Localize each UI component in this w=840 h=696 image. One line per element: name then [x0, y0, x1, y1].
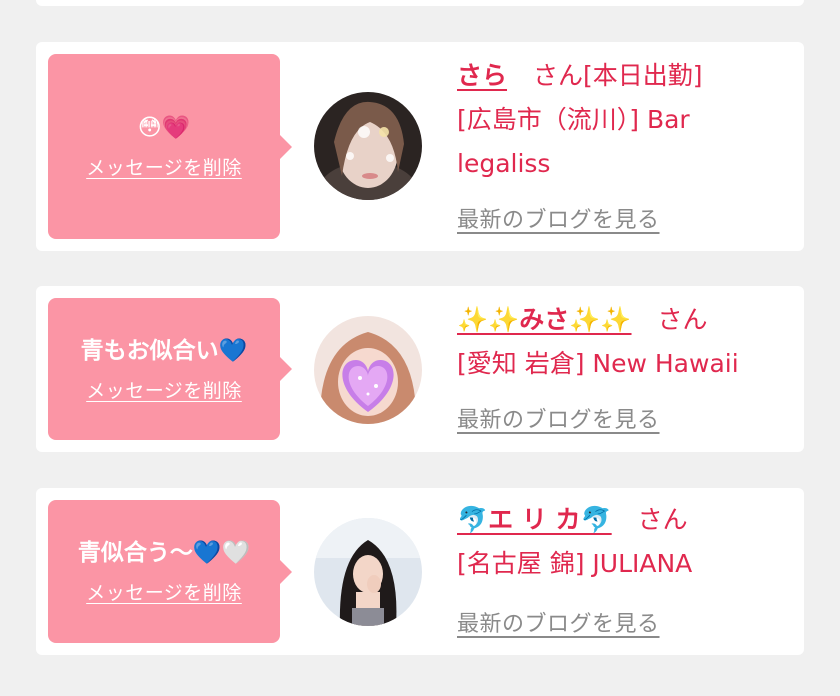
message-bubble: 青もお似合い💙 メッセージを削除 [48, 298, 292, 440]
avatar[interactable] [314, 92, 422, 200]
status-text: [本日出勤] [583, 61, 703, 90]
delete-message-link[interactable]: メッセージを削除 [86, 578, 242, 605]
profile-info: ✨✨みさ✨✨ さん [愛知 岩倉] New Hawaii [457, 298, 787, 386]
name-link[interactable]: さら [457, 61, 507, 90]
honorific: さん [533, 61, 584, 90]
honorific: さん [637, 505, 688, 534]
latest-blog-link[interactable]: 最新のブログを見る [457, 202, 660, 234]
profile-info: さら さん[本日出勤] [広島市（流川）] Bar legaliss [457, 54, 787, 186]
info-line-1: ✨✨みさ✨✨ さん [457, 298, 787, 342]
previous-card [36, 0, 804, 6]
avatar[interactable] [314, 518, 422, 626]
avatar[interactable] [314, 316, 422, 424]
shop-location: [愛知 岩倉] New Hawaii [457, 349, 739, 378]
message-card: 😳💗 メッセージを削除 さら さん[本日出勤] [広島市（流川）] Bar leg… [36, 42, 804, 251]
message-text: 青もお似合い💙 [80, 337, 248, 364]
message-card: 青もお似合い💙 メッセージを削除 ✨✨みさ✨✨ さん [愛知 岩倉] New Ha… [36, 286, 804, 452]
shop-name: legaliss [457, 149, 551, 178]
honorific: さん [657, 305, 708, 334]
latest-blog-link[interactable]: 最新のブログを見る [457, 402, 660, 434]
shop-location: [名古屋 錦] JULIANA [457, 549, 693, 578]
profile-info: 🐬エ リ カ🐬 さん [名古屋 錦] JULIANA [457, 498, 787, 586]
info-line-1: さら さん[本日出勤] [457, 54, 787, 98]
message-card: 青似合う〜💙🤍 メッセージを削除 🐬エ リ カ🐬 さん [名古屋 錦] JULIA… [36, 488, 804, 655]
shop-location: [広島市（流川）] Bar [457, 105, 690, 134]
delete-message-link[interactable]: メッセージを削除 [86, 153, 242, 180]
info-line-1: 🐬エ リ カ🐬 さん [457, 498, 787, 542]
delete-message-link[interactable]: メッセージを削除 [86, 376, 242, 403]
message-bubble: 😳💗 メッセージを削除 [48, 54, 292, 239]
message-bubble: 青似合う〜💙🤍 メッセージを削除 [48, 500, 292, 643]
message-text: 青似合う〜💙🤍 [77, 540, 251, 566]
latest-blog-link[interactable]: 最新のブログを見る [457, 606, 660, 638]
name-link[interactable]: 🐬エ リ カ🐬 [457, 505, 612, 534]
message-text: 😳💗 [137, 115, 191, 141]
name-link[interactable]: ✨✨みさ✨✨ [457, 305, 632, 334]
